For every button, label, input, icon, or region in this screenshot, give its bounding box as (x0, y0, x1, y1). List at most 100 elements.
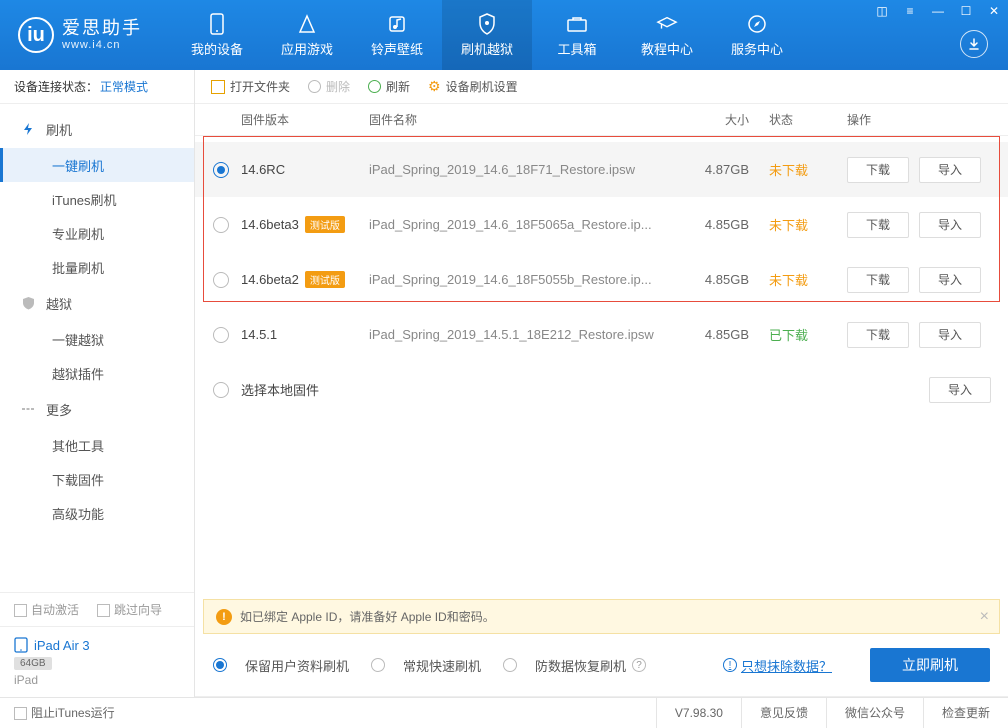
sidebar-item-advanced[interactable]: 高级功能 (0, 496, 194, 530)
main-nav: 我的设备 应用游戏 铃声壁纸 刷机越狱 工具箱 教程中心 服务中心 (172, 0, 802, 70)
sidebar-item-itunes-flash[interactable]: iTunes刷机 (0, 182, 194, 216)
erase-link[interactable]: !只想抹除数据？ (723, 656, 832, 675)
warning-icon: ! (216, 609, 232, 625)
toolbar: 打开文件夹 删除 刷新 ⚙设备刷机设置 (195, 70, 1008, 104)
minimize-icon[interactable]: — (924, 0, 952, 22)
table-row[interactable]: 14.5.1 iPad_Spring_2019_14.5.1_18E212_Re… (195, 307, 1008, 362)
version-label: V7.98.30 (656, 698, 741, 728)
row-radio[interactable] (213, 162, 229, 178)
auto-activate-checkbox[interactable]: 自动激活 (14, 601, 79, 618)
nav-service[interactable]: 服务中心 (712, 0, 802, 70)
local-firmware-row[interactable]: 选择本地固件 导入 (195, 362, 1008, 417)
table-row[interactable]: 14.6beta2测试版 iPad_Spring_2019_14.6_18F50… (195, 252, 1008, 307)
device-name[interactable]: iPad Air 3 (14, 637, 180, 653)
phone-icon (206, 13, 228, 35)
table-header: 固件版本 固件名称 大小 状态 操作 (195, 104, 1008, 136)
nav-flash[interactable]: 刷机越狱 (442, 0, 532, 70)
sidebar-group-more: 更多 (0, 390, 194, 428)
row-radio[interactable] (213, 217, 229, 233)
sidebar-item-batch-flash[interactable]: 批量刷机 (0, 250, 194, 284)
app-title: 爱思助手 (62, 19, 142, 39)
top-bar: iu 爱思助手 www.i4.cn 我的设备 应用游戏 铃声壁纸 刷机越狱 工具… (0, 0, 1008, 70)
sidebar-item-other-tools[interactable]: 其他工具 (0, 428, 194, 462)
delete-icon (308, 80, 321, 93)
row-radio[interactable] (213, 272, 229, 288)
status-bar: 阻止iTunes运行 V7.98.30 意见反馈 微信公众号 检查更新 (0, 697, 1008, 727)
import-button[interactable]: 导入 (919, 212, 981, 238)
device-info: iPad Air 3 64GB iPad (0, 626, 194, 697)
opt-normal[interactable]: 常规快速刷机 (371, 656, 481, 675)
check-update-button[interactable]: 检查更新 (923, 698, 1008, 728)
sidebar-item-oneclick-jb[interactable]: 一键越狱 (0, 322, 194, 356)
apps-icon (296, 13, 318, 35)
row-radio[interactable] (213, 327, 229, 343)
menu-icon[interactable]: ≡ (896, 0, 924, 22)
skin-icon[interactable]: ◫ (868, 0, 896, 22)
nav-toolbox[interactable]: 工具箱 (532, 0, 622, 70)
shield-icon (476, 13, 498, 35)
settings-button[interactable]: ⚙设备刷机设置 (428, 78, 518, 95)
music-icon (386, 13, 408, 35)
hat-icon (656, 13, 678, 35)
import-button[interactable]: 导入 (919, 322, 981, 348)
opt-keep-data[interactable]: 保留用户资料刷机 (213, 656, 349, 675)
feedback-button[interactable]: 意见反馈 (741, 698, 826, 728)
sidebar-item-pro-flash[interactable]: 专业刷机 (0, 216, 194, 250)
firmware-list: 14.6RC iPad_Spring_2019_14.6_18F71_Resto… (195, 136, 1008, 423)
flash-icon (20, 121, 36, 137)
connection-status: 设备连接状态： 正常模式 (0, 70, 194, 104)
flash-now-button[interactable]: 立即刷机 (870, 648, 990, 682)
sidebar-group-flash: 刷机 (0, 110, 194, 148)
row-radio[interactable] (213, 382, 229, 398)
toolbox-icon (566, 13, 588, 35)
import-button[interactable]: 导入 (919, 157, 981, 183)
device-type: iPad (14, 673, 180, 687)
import-button[interactable]: 导入 (919, 267, 981, 293)
download-button[interactable]: 下载 (847, 267, 909, 293)
app-url: www.i4.cn (62, 39, 142, 51)
sidebar-group-jailbreak: 越狱 (0, 284, 194, 322)
logo-icon: iu (18, 17, 54, 53)
col-status: 状态 (749, 111, 829, 128)
col-name: 固件名称 (369, 111, 679, 128)
nav-my-device[interactable]: 我的设备 (172, 0, 262, 70)
close-icon[interactable]: ✕ (980, 0, 1008, 22)
block-itunes-checkbox[interactable]: 阻止iTunes运行 (14, 704, 115, 721)
refresh-icon (368, 80, 381, 93)
window-controls: ◫ ≡ — ☐ ✕ (868, 0, 1008, 22)
main-panel: 打开文件夹 删除 刷新 ⚙设备刷机设置 固件版本 固件名称 大小 状态 操作 1… (195, 70, 1008, 697)
nav-ringtone[interactable]: 铃声壁纸 (352, 0, 442, 70)
sidebar: 设备连接状态： 正常模式 刷机 一键刷机 iTunes刷机 专业刷机 批量刷机 … (0, 70, 195, 697)
maximize-icon[interactable]: ☐ (952, 0, 980, 22)
sidebar-item-oneclick-flash[interactable]: 一键刷机 (0, 148, 194, 182)
col-size: 大小 (679, 111, 749, 128)
sidebar-item-download-fw[interactable]: 下载固件 (0, 462, 194, 496)
col-action: 操作 (829, 111, 1008, 128)
delete-button[interactable]: 删除 (308, 78, 350, 95)
gear-icon: ⚙ (428, 78, 441, 95)
nav-apps[interactable]: 应用游戏 (262, 0, 352, 70)
import-button[interactable]: 导入 (929, 377, 991, 403)
nav-tutorial[interactable]: 教程中心 (622, 0, 712, 70)
download-button[interactable]: 下载 (847, 322, 909, 348)
refresh-button[interactable]: 刷新 (368, 78, 410, 95)
opt-recovery[interactable]: 防数据恢复刷机? (503, 656, 646, 675)
logo: iu 爱思助手 www.i4.cn (18, 17, 142, 53)
open-folder-button[interactable]: 打开文件夹 (211, 78, 290, 95)
device-storage: 64GB (14, 657, 52, 670)
help-icon[interactable]: ? (632, 658, 646, 672)
download-button[interactable]: 下载 (847, 212, 909, 238)
skip-guide-checkbox[interactable]: 跳过向导 (97, 601, 162, 618)
close-notice-button[interactable]: × (980, 608, 989, 626)
table-row[interactable]: 14.6RC iPad_Spring_2019_14.6_18F71_Resto… (195, 142, 1008, 197)
download-button[interactable]: 下载 (847, 157, 909, 183)
shield-small-icon (20, 295, 36, 311)
col-version: 固件版本 (241, 111, 369, 128)
ipad-icon (14, 637, 28, 653)
sidebar-item-jb-plugin[interactable]: 越狱插件 (0, 356, 194, 390)
folder-icon (211, 80, 225, 94)
table-row[interactable]: 14.6beta3测试版 iPad_Spring_2019_14.6_18F50… (195, 197, 1008, 252)
download-button[interactable] (960, 30, 988, 58)
wechat-button[interactable]: 微信公众号 (826, 698, 923, 728)
compass-icon (746, 13, 768, 35)
